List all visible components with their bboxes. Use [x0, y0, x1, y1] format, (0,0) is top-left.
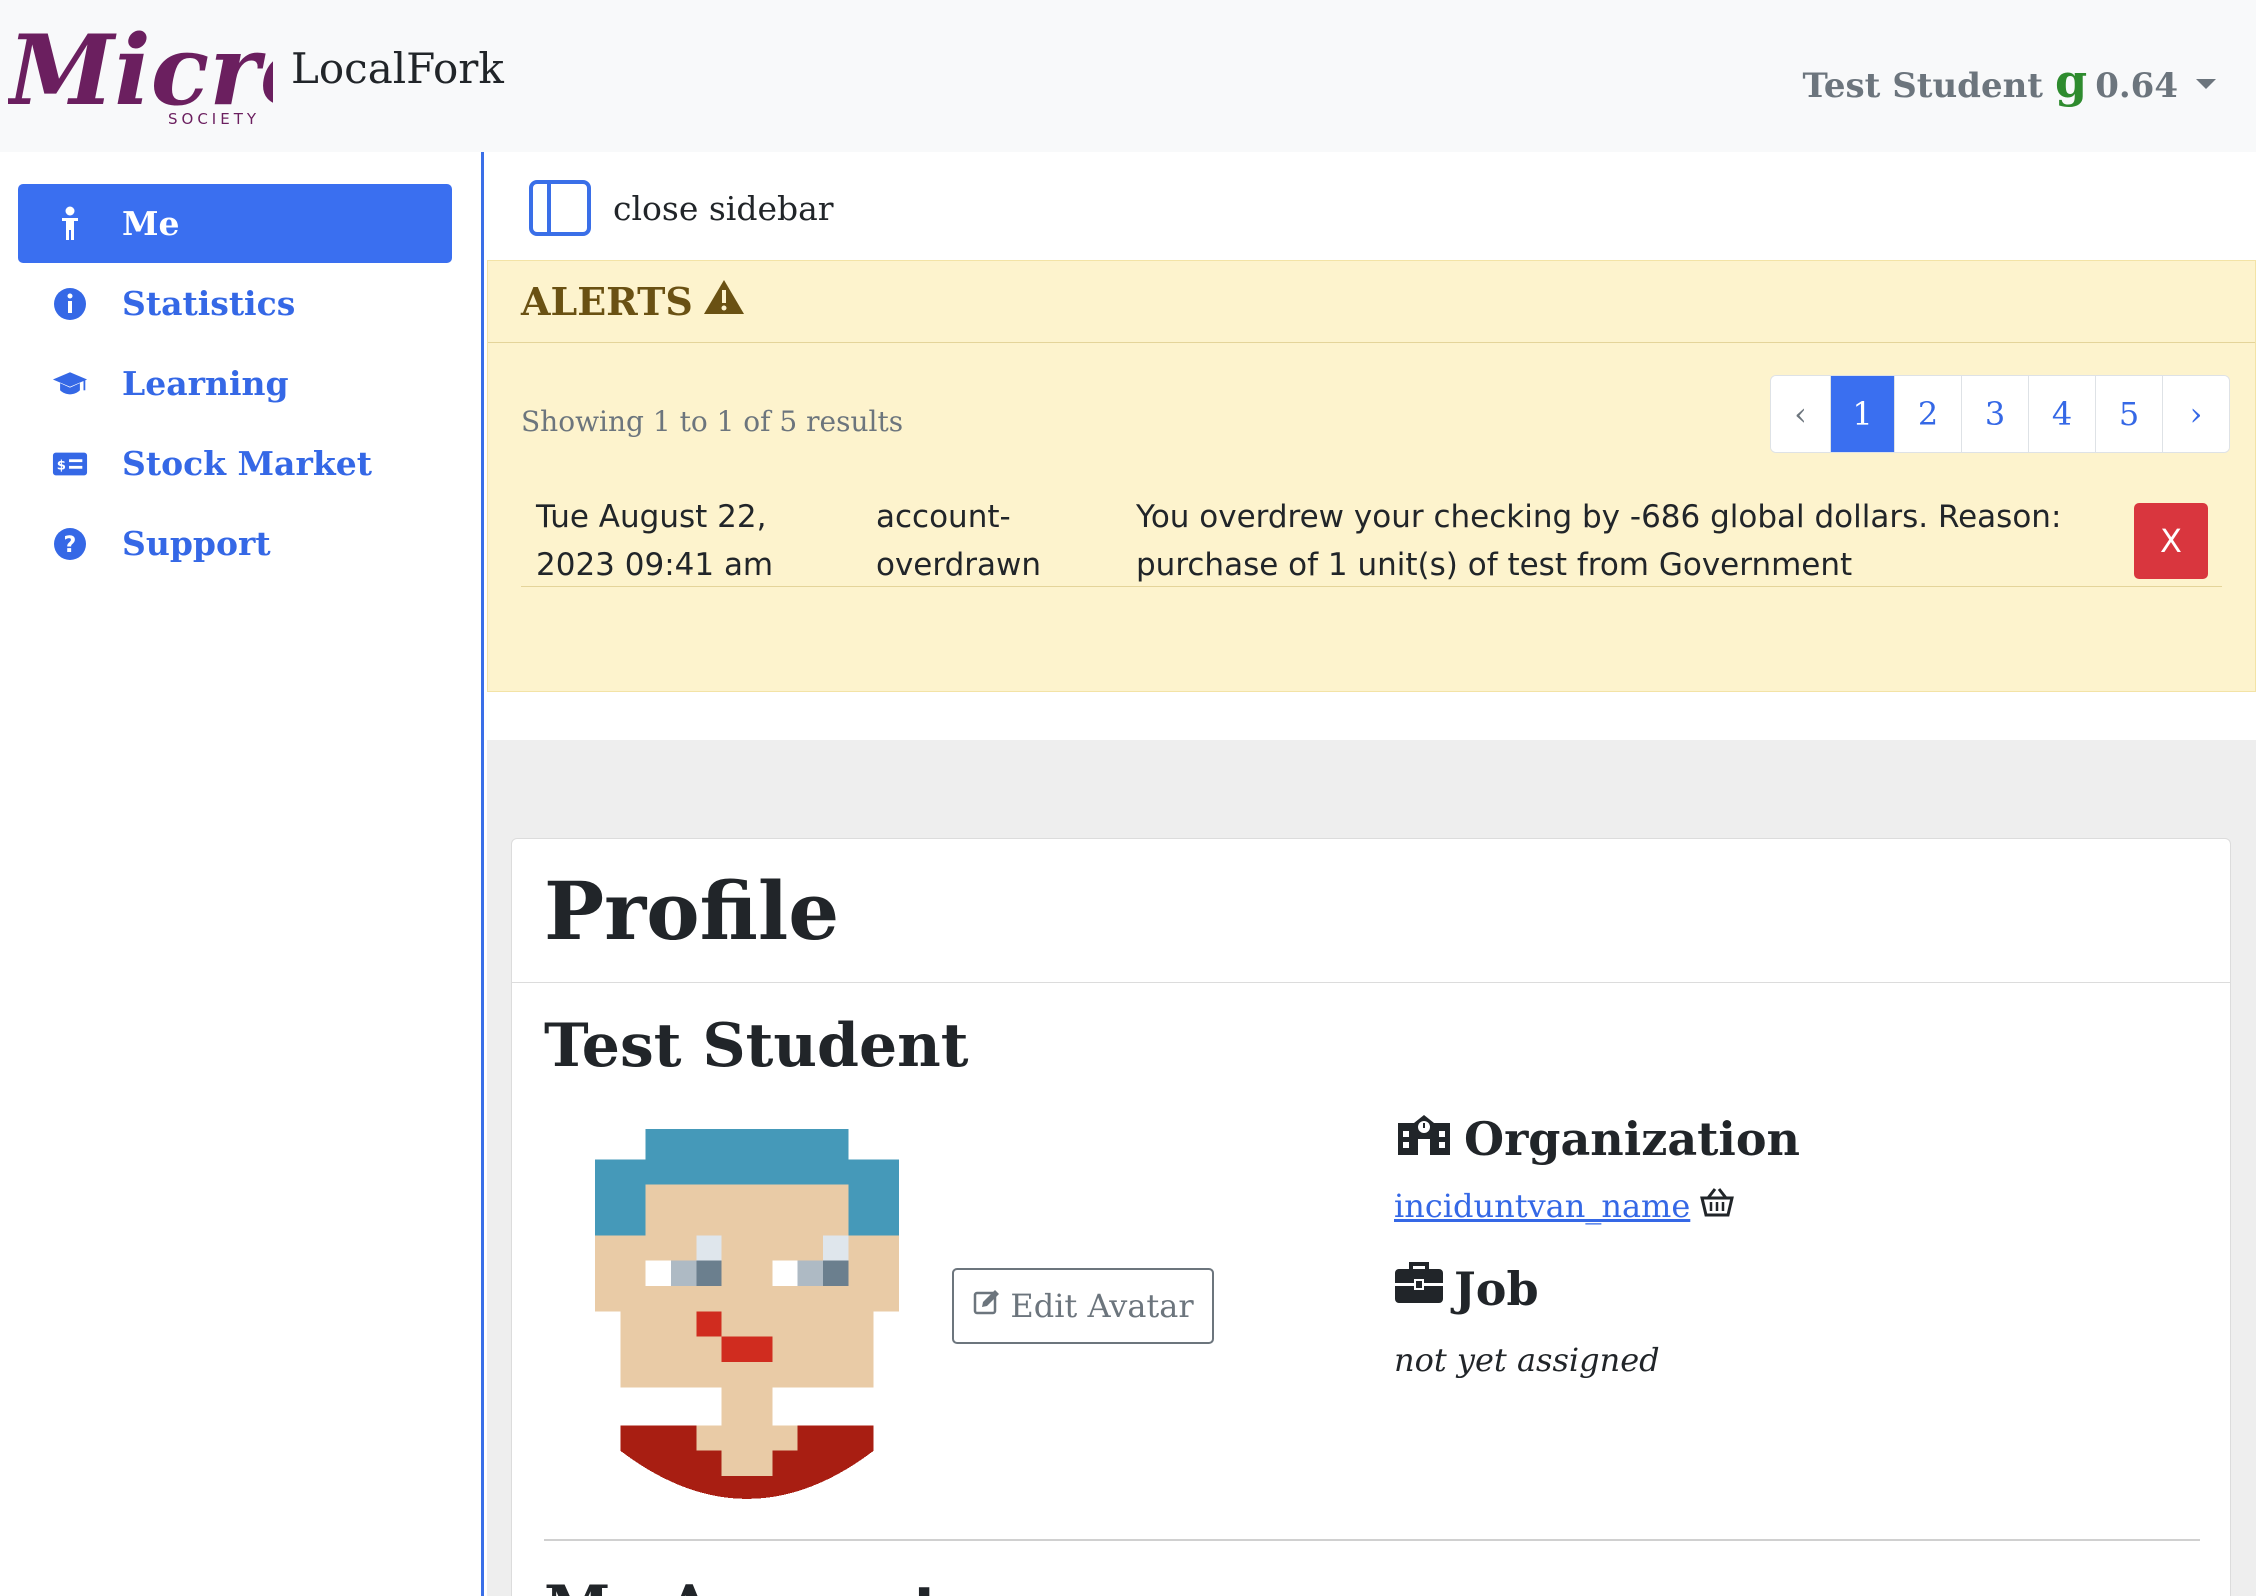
alerts-panel: ALERTS Showing 1 to 1 of 5 results ‹ 1 2…: [487, 260, 2256, 692]
profile-card: Profile Test Student Edit Avatar Organiz…: [511, 838, 2231, 1596]
info-icon: [52, 286, 88, 322]
briefcase-icon: [1394, 1261, 1444, 1316]
pagination-page-1[interactable]: 1: [1830, 376, 1894, 452]
sidebar-toggle-icon: [529, 180, 591, 236]
pagination-page-2[interactable]: 2: [1894, 376, 1961, 452]
alert-row: Tue August 22, 2023 09:41 am account-ove…: [521, 491, 2222, 587]
money-card-icon: $: [52, 446, 88, 482]
alert-message: You overdrew your checking by -686 globa…: [1136, 499, 2062, 583]
sidebar-item-label: Me: [122, 204, 180, 243]
sidebar-item-support[interactable]: ? Support: [18, 504, 452, 583]
pagination: ‹ 1 2 3 4 5 ›: [1770, 375, 2230, 453]
pagination-next[interactable]: ›: [2162, 376, 2229, 452]
user-menu-dropdown[interactable]: Test Student g 0.64: [1802, 54, 2216, 108]
graduation-cap-icon: [52, 366, 88, 402]
alerts-title: ALERTS: [521, 279, 693, 324]
alert-type: account-overdrawn: [876, 499, 1042, 583]
sidebar-item-label: Stock Market: [122, 444, 372, 483]
svg-text:SOCIETY: SOCIETY: [168, 110, 260, 128]
balance-amount: 0.64: [2095, 66, 2178, 106]
organization-heading-label: Organization: [1464, 1111, 1800, 1166]
sidebar: Me Statistics Learning $ Stock Market ? …: [0, 152, 484, 1596]
close-sidebar-label: close sidebar: [613, 188, 834, 228]
sidebar-item-label: Statistics: [122, 284, 296, 323]
student-name: Test Student: [544, 1011, 969, 1081]
shopping-basket-icon: [1700, 1187, 1735, 1225]
svg-text:$: $: [57, 458, 66, 473]
sidebar-item-label: Learning: [122, 364, 289, 403]
warning-icon: [703, 279, 745, 324]
sidebar-item-me[interactable]: Me: [18, 184, 452, 263]
sidebar-item-label: Support: [122, 524, 271, 563]
svg-text:?: ?: [64, 533, 77, 558]
organization-heading: Organization: [1394, 1109, 1800, 1168]
person-icon: [52, 206, 88, 242]
sidebar-item-statistics[interactable]: Statistics: [18, 264, 452, 343]
section-divider: [544, 1539, 2200, 1541]
results-count: Showing 1 to 1 of 5 results: [521, 405, 904, 438]
close-sidebar-button[interactable]: close sidebar: [529, 180, 834, 236]
pixel-avatar: [595, 1129, 899, 1499]
organization-link[interactable]: inciduntvan_name: [1394, 1187, 1735, 1225]
school-icon: [1394, 1109, 1454, 1168]
sidebar-item-learning[interactable]: Learning: [18, 344, 452, 423]
micro-society-logo[interactable]: Micro SOCIETY: [8, 14, 273, 129]
pagination-page-4[interactable]: 4: [2028, 376, 2095, 452]
alerts-header: ALERTS: [488, 261, 2255, 343]
dismiss-alert-button[interactable]: X: [2134, 503, 2208, 579]
user-name: Test Student: [1802, 66, 2044, 106]
profile-title: Profile: [512, 839, 2230, 983]
edit-avatar-label: Edit Avatar: [1010, 1287, 1194, 1325]
question-icon: ?: [52, 526, 88, 562]
pagination-prev[interactable]: ‹: [1771, 376, 1830, 452]
edit-avatar-button[interactable]: Edit Avatar: [952, 1268, 1214, 1344]
caret-down-icon: [2196, 79, 2216, 89]
currency-symbol: g: [2055, 54, 2088, 108]
main-content: close sidebar ALERTS Showing 1 to 1 of 5…: [487, 152, 2256, 1596]
top-navbar: Micro SOCIETY LocalFork Test Student g 0…: [0, 0, 2256, 152]
my-account-heading: My Account: [544, 1573, 941, 1596]
organization-name[interactable]: inciduntvan_name: [1394, 1187, 1690, 1225]
pagination-page-3[interactable]: 3: [1961, 376, 2028, 452]
edit-pencil-icon: [972, 1287, 1002, 1325]
job-value: not yet assigned: [1394, 1341, 1660, 1379]
job-heading-label: Job: [1454, 1261, 1539, 1316]
brand-name[interactable]: LocalFork: [291, 44, 504, 93]
pagination-page-5[interactable]: 5: [2095, 376, 2162, 452]
job-heading: Job: [1394, 1261, 1539, 1316]
alert-date: Tue August 22, 2023 09:41 am: [536, 499, 774, 583]
sidebar-item-stock-market[interactable]: $ Stock Market: [18, 424, 452, 503]
